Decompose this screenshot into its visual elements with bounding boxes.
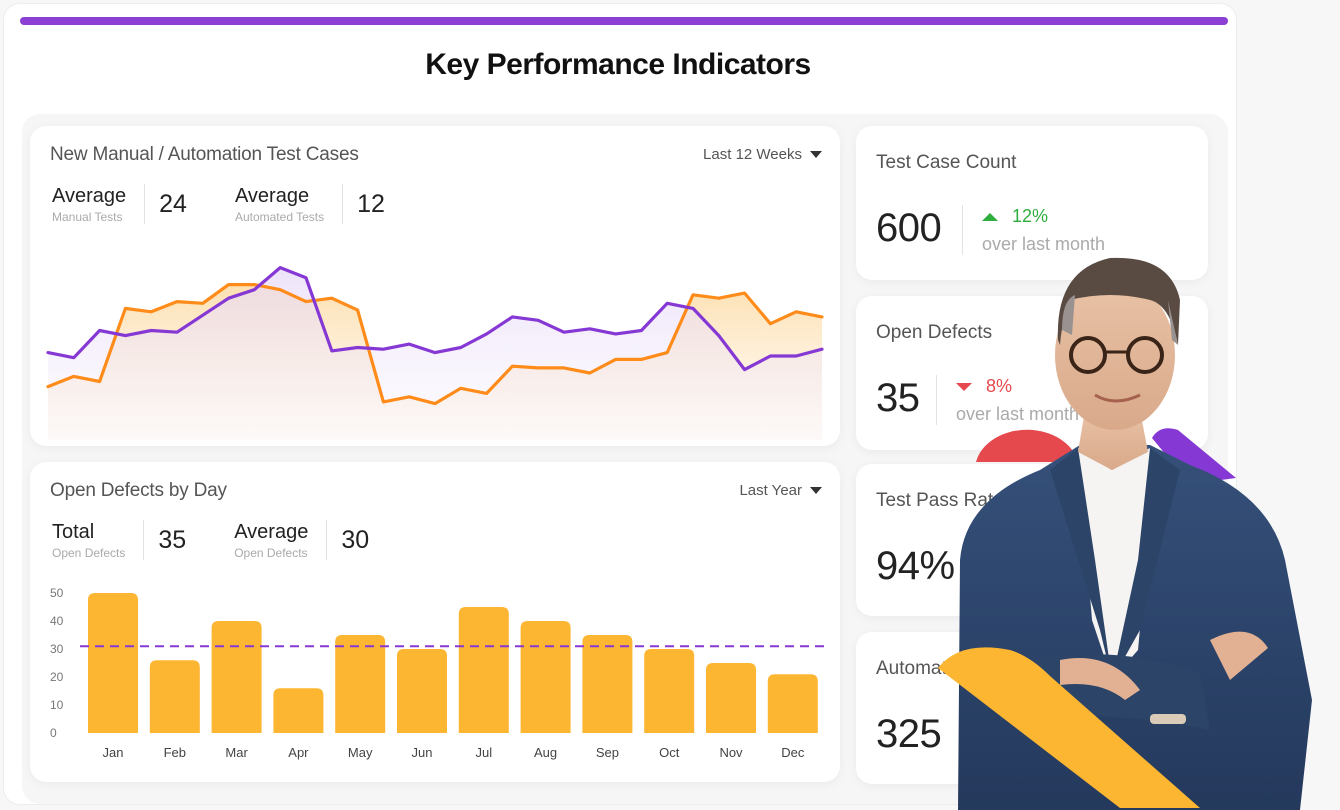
- bar-may: [335, 635, 386, 733]
- x-tick-label: Jan: [103, 745, 124, 760]
- bar-feb: [149, 660, 200, 733]
- x-tick-label: Aug: [534, 745, 557, 760]
- x-tick-label: Feb: [164, 745, 186, 760]
- kpi-card-test-case-count: Test Case Count 600 12% over last month: [856, 126, 1208, 280]
- kpi-card-test-pass-rate: Test Pass Rate 94%: [856, 464, 1208, 616]
- accent-bar: [20, 17, 1228, 25]
- kpi-title: Test Case Count: [876, 152, 1017, 173]
- kpi-title: Test Pass Rate: [876, 490, 1004, 511]
- bar-aug: [520, 621, 571, 733]
- dashboard-body: New Manual / Automation Test Cases Last …: [22, 114, 1228, 804]
- x-tick-label: Apr: [288, 745, 309, 760]
- kpi-title: Open Defects: [876, 322, 993, 343]
- bar-dec: [767, 674, 818, 733]
- kpi-value: 325: [876, 712, 942, 756]
- bar-jul: [458, 607, 509, 733]
- x-tick-label: Oct: [659, 745, 680, 760]
- bar-nov: [706, 663, 756, 733]
- test-cases-card: New Manual / Automation Test Cases Last …: [30, 126, 840, 446]
- divider: [960, 711, 961, 761]
- x-tick-label: Mar: [225, 745, 248, 760]
- kpi-delta-value: 12%: [1012, 206, 1049, 226]
- line-chart: [46, 266, 824, 440]
- trend-down-icon: [956, 382, 972, 391]
- y-tick-label: 50: [50, 586, 64, 600]
- kpi-subtext: over last month: [982, 234, 1106, 254]
- y-tick-label: 10: [50, 698, 64, 712]
- kpi-card-open-defects: Open Defects 35 8% over last month: [856, 296, 1208, 450]
- kpi-value: 94%: [876, 544, 955, 588]
- bar-apr: [273, 688, 324, 733]
- y-tick-label: 40: [50, 614, 64, 628]
- bar-chart: 0 10 20 30 40 50 Jan Feb Mar Apr May Jun Jul Aug Sep Oc…: [50, 586, 825, 760]
- x-tick-label: May: [348, 745, 373, 760]
- divider: [936, 375, 937, 425]
- bar-sep: [582, 635, 633, 733]
- kpi-subtext: over last month: [956, 404, 1080, 424]
- kpi-delta: 8%: [956, 376, 1012, 397]
- kpi-card-automated-tests: Automated Tests 325: [856, 632, 1208, 784]
- dashboard-frame: Key Performance Indicators New Manual / …: [4, 4, 1236, 804]
- divider: [962, 205, 963, 255]
- x-tick-label: Jul: [475, 745, 492, 760]
- y-tick-label: 30: [50, 642, 64, 656]
- kpi-value: 35: [876, 376, 920, 420]
- kpi-delta: 12%: [982, 206, 1048, 227]
- bar-jan: [88, 593, 138, 733]
- kpi-value: 600: [876, 206, 942, 250]
- x-tick-label: Sep: [596, 745, 619, 760]
- y-tick-label: 20: [50, 670, 64, 684]
- defects-card: Open Defects by Day Last Year Total Open…: [30, 462, 840, 782]
- bar-jun: [397, 649, 447, 733]
- y-tick-label: 0: [50, 726, 57, 740]
- x-tick-label: Nov: [719, 745, 743, 760]
- kpi-delta-value: 8%: [986, 376, 1013, 396]
- bar-mar: [211, 621, 262, 733]
- page-title: Key Performance Indicators: [425, 48, 811, 81]
- x-tick-label: Dec: [781, 745, 805, 760]
- x-tick-label: Jun: [412, 745, 433, 760]
- trend-up-icon: [982, 212, 998, 221]
- bar-oct: [644, 649, 695, 733]
- kpi-title: Automated Tests: [876, 658, 1018, 679]
